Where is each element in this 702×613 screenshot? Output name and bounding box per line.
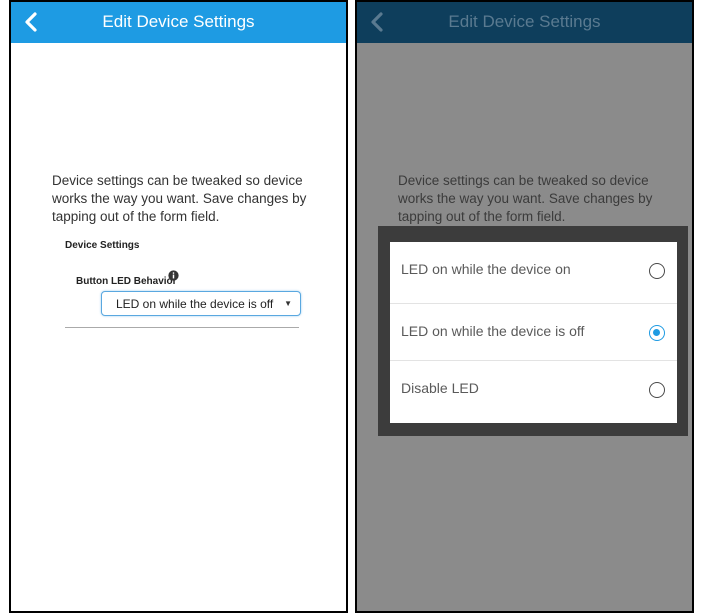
option-led-on-while-device-on[interactable]: LED on while the device on (390, 242, 677, 298)
select-value: LED on while the device is off (116, 297, 274, 311)
intro-text: Device settings can be tweaked so device… (398, 173, 653, 224)
option-disable-led[interactable]: Disable LED (390, 360, 677, 416)
option-label: Disable LED (401, 380, 479, 396)
info-icon[interactable] (168, 270, 179, 281)
radio-icon[interactable] (649, 382, 665, 398)
page-title: Edit Device Settings (102, 12, 255, 31)
radio-icon[interactable] (649, 263, 665, 279)
section-title: Device Settings (65, 240, 140, 251)
dropdown-arrow-icon: ▼ (284, 299, 292, 308)
led-behavior-select[interactable]: LED on while the device is off ▼ (101, 291, 301, 316)
radio-selected-icon[interactable] (649, 325, 665, 341)
option-led-on-while-device-off[interactable]: LED on while the device is off (390, 303, 677, 359)
settings-screen: Edit Device Settings Device settings can… (9, 0, 348, 613)
intro-text: Device settings can be tweaked so device… (52, 173, 307, 224)
settings-screen-with-dialog: Edit Device Settings Device settings can… (355, 0, 694, 613)
option-label: LED on while the device on (401, 261, 571, 277)
option-label: LED on while the device is off (401, 323, 585, 339)
app-header: Edit Device Settings (11, 2, 346, 43)
led-options-dialog: LED on while the device on LED on while … (390, 242, 677, 423)
app-header: Edit Device Settings (357, 2, 692, 43)
field-label: Button LED Behavior (76, 276, 177, 287)
page-title: Edit Device Settings (448, 12, 601, 31)
divider (65, 327, 299, 328)
